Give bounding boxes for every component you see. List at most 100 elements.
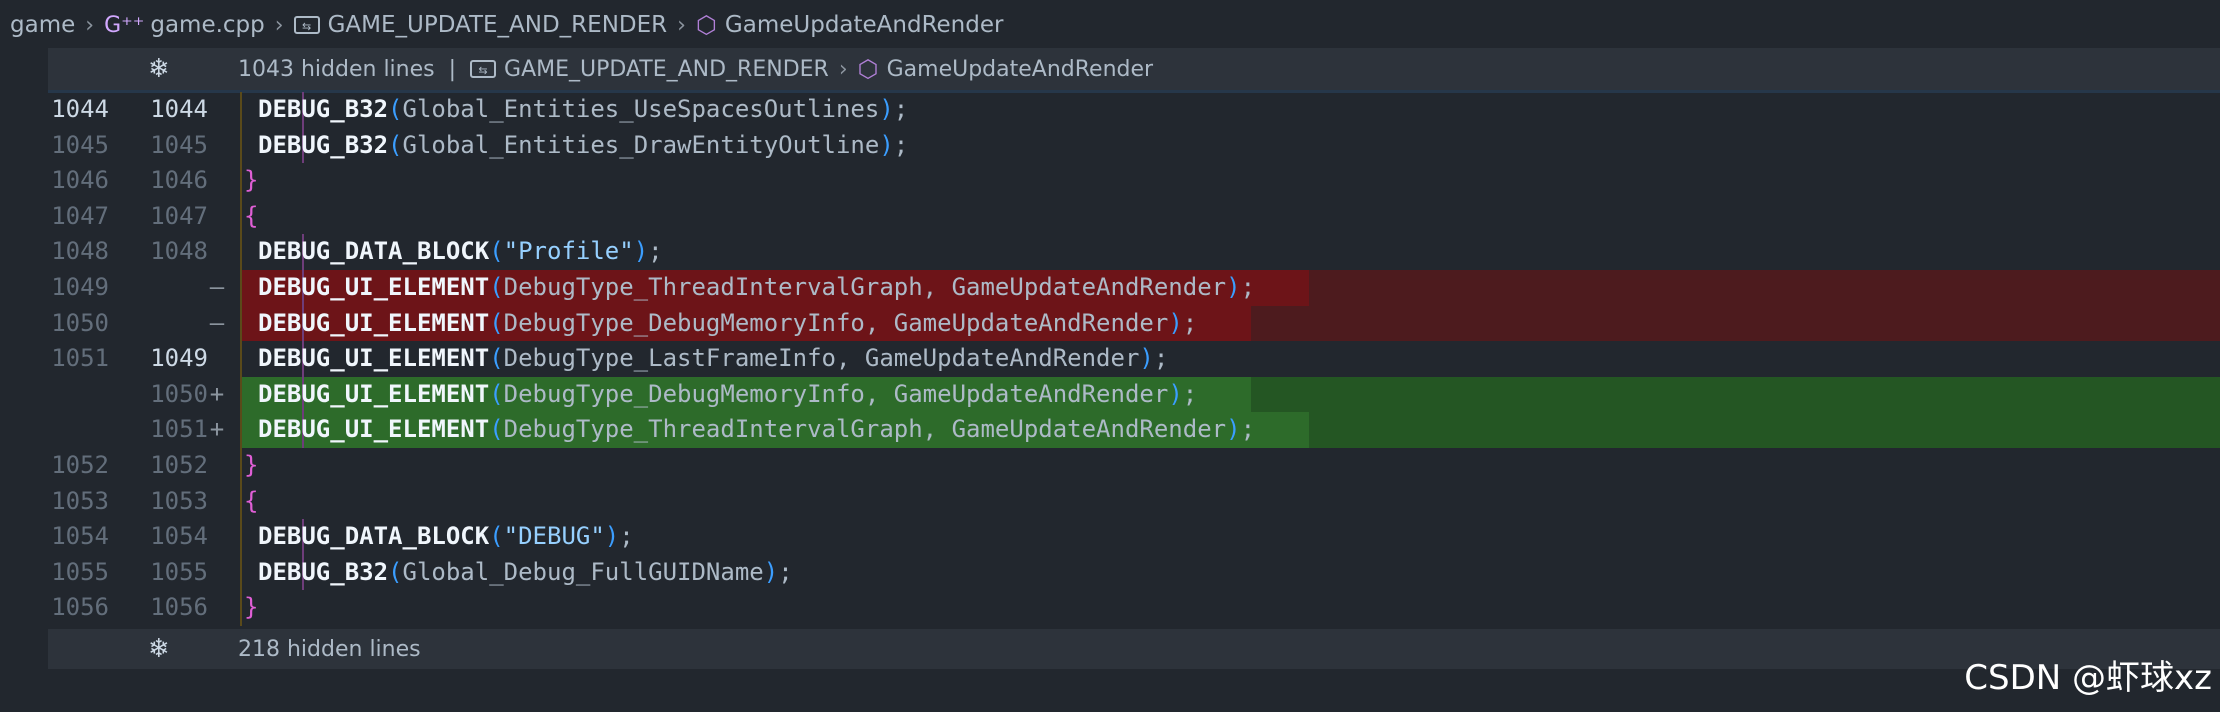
code-token: DEBUG_UI_ELEMENT [258,415,490,444]
diff-line-ctx[interactable]: 1055 1055 DEBUG_B32(Global_Debug_FullGUIDN… [0,554,2220,591]
code-token: DebugType_LastFrameInfo, GameUpdateAndRe… [503,344,1140,373]
code-token: DEBUG_B32 [258,130,389,159]
diff-line-add[interactable]: 1050 + DEBUG_UI_ELEMENT(DebugType_DebugMem… [0,376,2220,413]
code-token: ( [388,95,403,123]
code-token: ) [1226,272,1241,301]
code-token: ( [489,308,504,337]
original-line-number: 1045 [51,130,109,159]
code-token: } [244,450,259,479]
code-token: DEBUG_B32 [258,557,389,586]
original-line-number: 1051 [51,344,109,373]
breadcrumb-macro[interactable]: ⇆ GAME_UPDATE_AND_RENDER [293,12,667,38]
code-token: DebugType_ThreadIntervalGraph, GameUpdat… [503,415,1227,444]
separator: | [448,56,457,82]
hidden-lines-count[interactable]: 1043 hidden lines [238,57,435,82]
diff-line-ctx[interactable]: 1046 1046} [0,163,2220,199]
indent-guide [240,127,242,164]
code-text[interactable]: { [244,484,258,520]
original-line-number: 1054 [51,522,109,551]
code-text[interactable]: } [244,448,258,484]
diff-line-del[interactable]: 1050 — DEBUG_UI_ELEMENT(DebugType_DebugMem… [0,305,2220,342]
symbol-method-icon: ⬡ [695,11,717,39]
code-text[interactable]: } [244,590,258,626]
indent-guide [240,554,242,591]
indent-guide [240,198,242,235]
code-text[interactable]: DEBUG_UI_ELEMENT(DebugType_DebugMemoryIn… [258,306,1197,342]
symbol-method-icon: ⬡ [857,55,879,83]
code-token: { [244,486,259,515]
hidden-lines-bar-bottom[interactable]: ❄ 218 hidden lines [48,629,2220,669]
code-token: ) [763,557,779,586]
code-token: } [244,166,259,195]
code-token: ( [489,415,504,444]
diff-line-ctx[interactable]: 1052 1052} [0,447,2220,484]
breadcrumb-file-label: game.cpp [150,12,265,38]
code-text[interactable]: DEBUG_DATA_BLOCK("Profile"); [258,234,663,270]
code-text[interactable]: DEBUG_B32(Global_Entities_UseSpacesOutli… [258,92,908,128]
indent-guide [240,483,242,520]
code-text[interactable]: DEBUG_UI_ELEMENT(DebugType_DebugMemoryIn… [258,377,1197,413]
diff-line-ctx[interactable]: 1054 1054 DEBUG_DATA_BLOCK("DEBUG"); [0,519,2220,555]
code-text[interactable]: DEBUG_UI_ELEMENT(DebugType_ThreadInterva… [258,412,1255,448]
indent-guide [240,447,242,484]
modified-line-number: 1055 [150,557,208,586]
hidden-lines-count[interactable]: 218 hidden lines [238,637,421,662]
hidden-lines-function[interactable]: GameUpdateAndRender [887,57,1153,82]
code-text[interactable]: DEBUG_UI_ELEMENT(DebugType_ThreadInterva… [258,270,1255,306]
chevron-right-icon: › [274,12,284,38]
diff-line-ctx[interactable]: 1056 1056} [0,590,2220,626]
code-text[interactable]: } [244,163,258,199]
code-text[interactable]: DEBUG_UI_ELEMENT(DebugType_LastFrameInfo… [258,341,1168,377]
hidden-lines-macro[interactable]: GAME_UPDATE_AND_RENDER [504,57,829,82]
breadcrumb-file[interactable]: G⁺⁺ game.cpp [104,12,265,38]
hidden-lines-bar-top[interactable]: ❄ 1043 hidden lines | ⇆ GAME_UPDATE_AND_… [48,48,2220,93]
indent-guide [240,376,242,413]
code-token: ; [1182,379,1198,408]
original-line-number: 1056 [51,593,109,622]
diff-line-ctx[interactable]: 1048 1048 DEBUG_DATA_BLOCK("Profile"); [0,234,2220,270]
code-token: ; [1182,308,1198,337]
diff-line-ctx[interactable]: 1051 1049 DEBUG_UI_ELEMENT(DebugType_LastF… [0,341,2220,377]
diff-line-ctx[interactable]: 1044 1044 DEBUG_B32(Global_Entities_UseSpa… [0,92,2220,128]
chevron-right-icon: › [85,12,95,38]
diff-line-add[interactable]: 1051 + DEBUG_UI_ELEMENT(DebugType_ThreadIn… [0,412,2220,448]
breadcrumb-folder[interactable]: game [10,12,75,38]
breadcrumb-function[interactable]: ⬡ GameUpdateAndRender [696,11,1004,39]
code-token: ; [893,95,909,123]
code-token: } [244,593,259,622]
original-line-number: 1048 [51,237,109,266]
diff-editor[interactable]: 1044 1044 DEBUG_B32(Global_Entities_UseSpa… [0,92,2220,626]
code-text[interactable]: { [244,199,258,235]
code-token: ( [388,557,403,586]
original-line-number: 1050 [51,308,109,337]
added-marker: + [209,415,225,444]
code-token: ; [1240,415,1256,444]
diff-line-del[interactable]: 1049 — DEBUG_UI_ELEMENT(DebugType_ThreadIn… [0,269,2220,306]
unfold-icon[interactable]: ❄ [148,634,238,664]
code-text[interactable]: DEBUG_B32(Global_Debug_FullGUIDName); [258,555,793,591]
code-token: DebugType_DebugMemoryInfo, GameUpdateAnd… [503,308,1169,337]
diff-line-ctx[interactable]: 1053 1053 { [0,483,2220,520]
indent-guide [240,590,242,626]
code-text[interactable]: DEBUG_B32(Global_Entities_DrawEntityOutl… [258,128,908,164]
diff-line-ctx[interactable]: 1045 1045 DEBUG_B32(Global_Entities_DrawEn… [0,127,2220,164]
modified-line-number: 1047 [150,201,208,230]
cpp-file-icon: G⁺⁺ [104,12,145,38]
unfold-icon[interactable]: ❄ [148,54,238,84]
code-text[interactable]: DEBUG_DATA_BLOCK("DEBUG"); [258,519,634,555]
modified-line-number: 1045 [150,130,208,159]
modified-line-number: 1052 [150,450,208,479]
code-token: ) [1168,308,1183,337]
code-token: ; [648,237,663,266]
code-token: ) [633,237,649,266]
chevron-right-icon: › [838,56,848,82]
diff-line-ctx[interactable]: 1047 1047 { [0,198,2220,235]
indent-guide [240,234,242,270]
code-token: "DEBUG" [503,522,605,551]
code-token: DEBUG_UI_ELEMENT [258,344,490,373]
code-token: DebugType_DebugMemoryInfo, GameUpdateAnd… [503,379,1169,408]
modified-line-number: 1053 [150,486,208,515]
code-token: ) [1226,415,1241,444]
code-token: ) [879,95,894,123]
indent-guide [240,412,242,448]
